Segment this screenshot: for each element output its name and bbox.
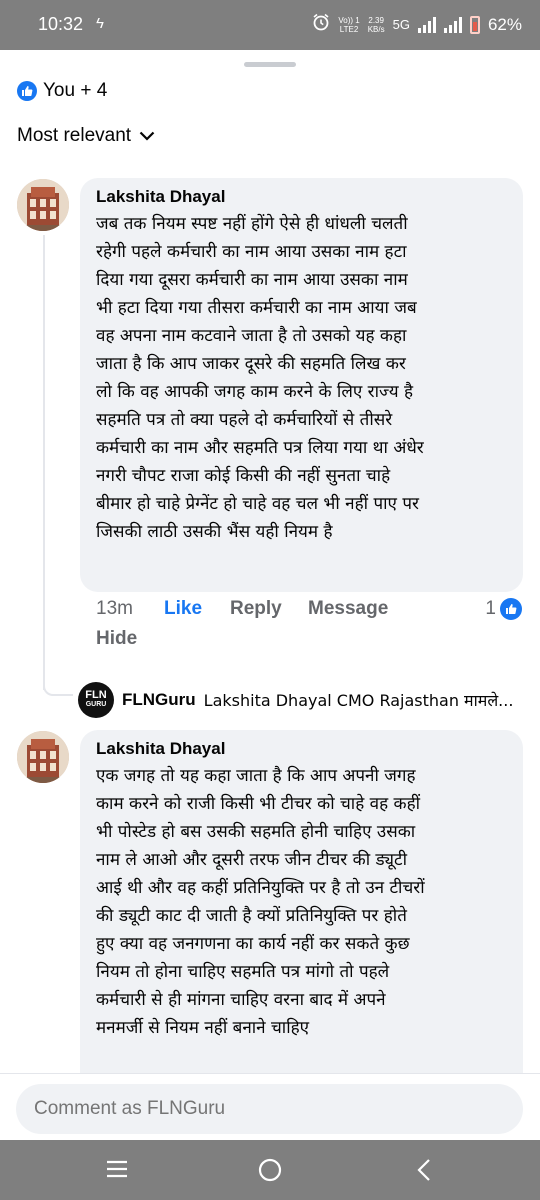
comment-line: वह अपना नाम कटवाने जाता है तो उसको यह कह… [96, 326, 407, 346]
reply-connector [43, 672, 73, 696]
comment-line: एक जगह तो यह कहा जाता है कि आप अपनी जगह [96, 766, 416, 786]
reactions-summary[interactable]: You + 4 [17, 80, 107, 102]
comment-composer [0, 1073, 540, 1140]
like-button[interactable]: Like [164, 598, 202, 620]
speed-unit: KB/s [367, 24, 385, 34]
net-line-2: LTE2 [339, 24, 359, 34]
reaction-count-value: 1 [485, 598, 496, 619]
comment-line: आई थी और वह कहीं प्रतिनियुक्ति पर है तो … [96, 878, 425, 898]
navigation-bar [0, 1140, 540, 1200]
alarm-icon [312, 13, 330, 36]
comment-line: कर्मचारी का नाम और सहमति पत्र लिया गया थ… [96, 438, 424, 458]
reply-avatar-text: FLN [85, 689, 107, 701]
comment-input[interactable] [16, 1084, 523, 1134]
network-type: Vo)) 1 LTE2 [338, 16, 359, 34]
comment-author[interactable]: Lakshita Dhayal [96, 187, 509, 207]
comment-line: लो कि वह आपकी जगह काम करने के लिए राज्य … [96, 382, 414, 402]
speed-value: 2.39 [368, 15, 384, 25]
comment-time: 13m [96, 598, 133, 619]
comment-line: जाता है कि आप जाकर दूसरे की सहमति लिख कर [96, 354, 406, 374]
comment-line: जब तक नियम स्पष्ट नहीं होंगे ऐसे ही धांध… [96, 214, 408, 234]
hide-button[interactable]: Hide [96, 628, 137, 650]
drag-handle[interactable] [244, 62, 296, 67]
thumbs-up-icon [17, 81, 37, 101]
comment-line: भी पोस्टेड हो बस उसकी सहमति होनी चाहिए उ… [96, 822, 416, 842]
comment-line: की ड्यूटी काट दी जाती है क्यों प्रतिनियु… [96, 906, 407, 926]
reply-text: Lakshita Dhayal CMO Rajasthan मामले... [203, 691, 514, 710]
thumbs-up-icon [500, 598, 522, 620]
comment-line: कर्मचारी से ही मांगना चाहिए वरना बाद में… [96, 990, 386, 1010]
comment-line: बीमार हो चाहे प्रेग्नेंट हो चाहे वह चल भ… [96, 494, 419, 514]
reaction-count[interactable]: 1 [485, 598, 522, 620]
battery-icon [469, 15, 480, 34]
home-icon[interactable] [257, 1157, 283, 1188]
status-bar: 10:32 ϟ Vo)) 1 LTE2 2.39 KB/s 5G 62% [0, 0, 540, 50]
reply-preview[interactable]: FLN GURU FLNGuru Lakshita Dhayal CMO Raj… [78, 682, 538, 718]
network-label: 5G [392, 17, 410, 32]
comment-line: जिसकी लाठी उसकी भैंस यही नियम है [96, 522, 333, 542]
comment-text: जब तक नियम स्पष्ट नहीं होंगे ऐसे ही धांध… [96, 210, 509, 546]
comment-bubble[interactable]: Lakshita Dhayal जब तक नियम स्पष्ट नहीं ह… [80, 178, 523, 592]
chevron-down-icon [139, 125, 155, 147]
comment-line: हुए क्या वह जनगणना का कार्य नहीं कर सकते… [96, 934, 410, 954]
flash-icon: ϟ [96, 15, 104, 32]
comments-sheet: You + 4 Most relevant Lakshita Dhayal जब… [0, 50, 540, 1140]
reply-avatar[interactable]: FLN GURU [78, 682, 114, 718]
comment-line: रहेगी पहले कर्मचारी का नाम आया उसका नाम … [96, 242, 407, 262]
back-icon[interactable] [415, 1158, 433, 1187]
recents-icon[interactable] [104, 1158, 130, 1185]
comment-bubble[interactable]: Lakshita Dhayal एक जगह तो यह कहा जाता है… [80, 730, 523, 1130]
comment-line: नियम तो होना चाहिए सहमति पत्र मांगो तो प… [96, 962, 390, 982]
status-icons: Vo)) 1 LTE2 2.39 KB/s 5G 62% [312, 13, 522, 36]
comment-line: भी हटा दिया गया तीसरा कर्मचारी का नाम आय… [96, 298, 417, 318]
signal-icon [417, 16, 436, 33]
data-speed: 2.39 KB/s [368, 16, 385, 34]
sort-dropdown[interactable]: Most relevant [17, 125, 155, 147]
comment-line: काम करने को राजी किसी भी टीचर को चाहे वह… [96, 794, 421, 814]
comment-line: नगरी चौपट राजा कोई किसी की नहीं सुनता चा… [96, 466, 391, 486]
comment-author[interactable]: Lakshita Dhayal [96, 739, 509, 759]
avatar[interactable] [17, 179, 69, 231]
avatar[interactable] [17, 731, 69, 783]
net-line-1: Vo)) 1 [338, 15, 360, 25]
signal-icon-2 [443, 16, 462, 33]
comment-line: सहमति पत्र तो क्या पहले दो कर्मचारियों स… [96, 410, 393, 430]
status-time: 10:32 [38, 14, 84, 34]
sort-label: Most relevant [17, 125, 132, 146]
battery-level: 62% [487, 14, 522, 34]
reactions-label: You + 4 [43, 80, 108, 101]
reply-button[interactable]: Reply [230, 598, 282, 620]
comment-line: मनमर्जी से नियम नहीं बनाने चाहिए [96, 1018, 310, 1038]
reply-author[interactable]: FLNGuru [122, 690, 196, 710]
comment-line: दिया गया दूसरा कर्मचारी का नाम आया उसका … [96, 270, 408, 290]
comment-text: एक जगह तो यह कहा जाता है कि आप अपनी जगह … [96, 762, 509, 1042]
thread-line [43, 235, 45, 690]
reply-avatar-sub: GURU [85, 701, 107, 708]
message-button[interactable]: Message [308, 598, 388, 620]
comment-line: नाम ले आओ और दूसरी तरफ जीन टीचर की ड्यूट… [96, 850, 407, 870]
